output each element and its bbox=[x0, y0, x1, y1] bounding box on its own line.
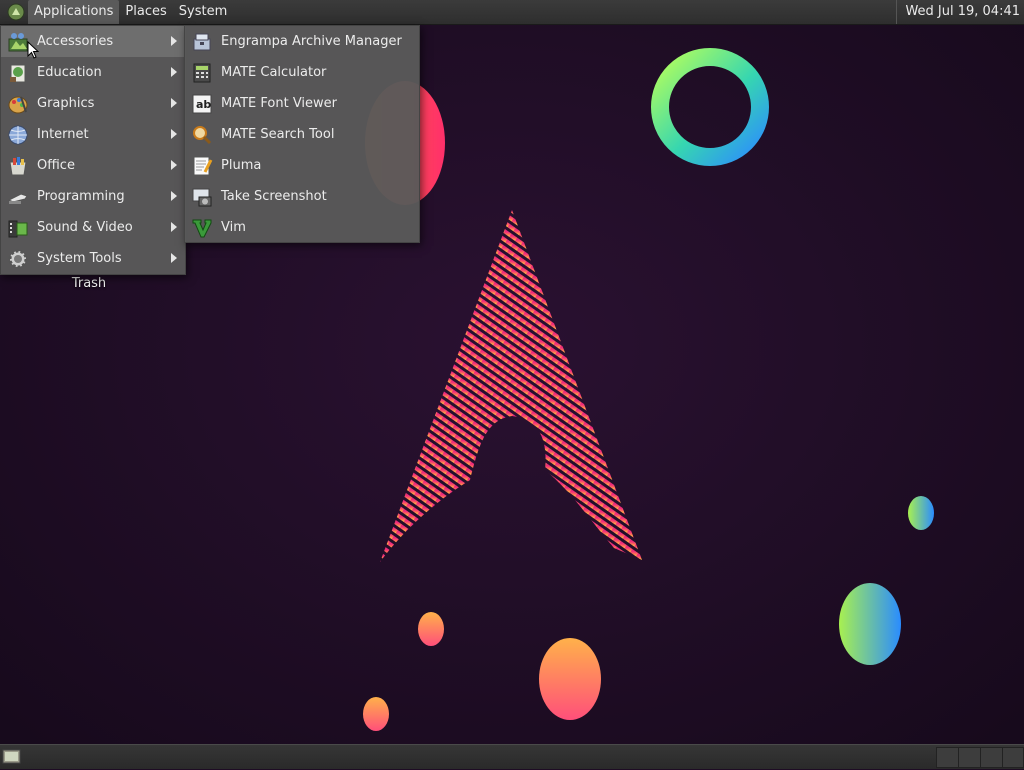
gear-icon bbox=[7, 248, 29, 270]
menu-item-mate-search-tool[interactable]: MATE Search Tool bbox=[185, 119, 419, 150]
workspace-3[interactable] bbox=[980, 747, 1004, 768]
bottom-panel bbox=[0, 744, 1024, 769]
applications-menu[interactable]: Applications bbox=[28, 0, 120, 24]
office-icon bbox=[7, 155, 29, 177]
workspace-1[interactable] bbox=[936, 747, 960, 768]
menu-item-vim[interactable]: Vim bbox=[185, 212, 419, 243]
menu-item-label: Internet bbox=[37, 127, 89, 142]
menu-item-mate-calculator[interactable]: MATE Calculator bbox=[185, 57, 419, 88]
mouse-pointer-icon bbox=[27, 41, 39, 59]
education-icon bbox=[7, 62, 29, 84]
chevron-right-icon bbox=[171, 191, 177, 201]
accessories-icon bbox=[7, 31, 29, 53]
menu-item-engrampa[interactable]: Engrampa Archive Manager bbox=[185, 26, 419, 57]
menu-item-internet[interactable]: Internet bbox=[1, 119, 185, 150]
menu-item-label: Engrampa Archive Manager bbox=[221, 34, 402, 49]
vim-icon bbox=[191, 217, 213, 239]
programming-icon bbox=[7, 186, 29, 208]
workspace-4[interactable] bbox=[1002, 747, 1024, 768]
graphics-icon bbox=[7, 93, 29, 115]
menu-item-label: MATE Calculator bbox=[221, 65, 327, 80]
menu-item-system-tools[interactable]: System Tools bbox=[1, 243, 185, 274]
menu-item-label: Graphics bbox=[37, 96, 95, 111]
screenshot-icon bbox=[191, 186, 213, 208]
chevron-right-icon bbox=[171, 98, 177, 108]
menu-item-pluma[interactable]: Pluma bbox=[185, 150, 419, 181]
menu-item-label: Office bbox=[37, 158, 75, 173]
accessories-submenu: Engrampa Archive Manager MATE Calculator… bbox=[184, 25, 420, 243]
menu-item-label: Pluma bbox=[221, 158, 262, 173]
top-panel: Applications Places System Wed Jul 19, 0… bbox=[0, 0, 1024, 25]
search-icon bbox=[191, 124, 213, 146]
sound-video-icon bbox=[7, 217, 29, 239]
menu-item-label: MATE Font Viewer bbox=[221, 96, 338, 111]
chevron-right-icon bbox=[171, 129, 177, 139]
menu-item-label: Sound & Video bbox=[37, 220, 133, 235]
menu-item-mate-font-viewer[interactable]: ab MATE Font Viewer bbox=[185, 88, 419, 119]
menu-item-label: Take Screenshot bbox=[221, 189, 327, 204]
mate-logo-icon[interactable] bbox=[4, 0, 28, 24]
trash-label[interactable]: Trash bbox=[60, 276, 118, 291]
menu-item-label: System Tools bbox=[37, 251, 122, 266]
calculator-icon bbox=[191, 62, 213, 84]
svg-text:ab: ab bbox=[196, 98, 211, 111]
menu-item-label: Vim bbox=[221, 220, 246, 235]
menu-item-education[interactable]: Education bbox=[1, 57, 185, 88]
internet-icon bbox=[7, 124, 29, 146]
menu-item-label: MATE Search Tool bbox=[221, 127, 335, 142]
menu-item-take-screenshot[interactable]: Take Screenshot bbox=[185, 181, 419, 212]
menu-item-graphics[interactable]: Graphics bbox=[1, 88, 185, 119]
clock[interactable]: Wed Jul 19, 04:41 bbox=[896, 0, 1024, 24]
places-menu[interactable]: Places bbox=[119, 0, 172, 24]
show-desktop-icon[interactable] bbox=[2, 748, 22, 766]
system-menu[interactable]: System bbox=[173, 0, 233, 24]
menu-item-office[interactable]: Office bbox=[1, 150, 185, 181]
font-viewer-icon: ab bbox=[191, 93, 213, 115]
workspace-2[interactable] bbox=[958, 747, 982, 768]
menu-item-label: Programming bbox=[37, 189, 125, 204]
chevron-right-icon bbox=[171, 253, 177, 263]
menu-item-programming[interactable]: Programming bbox=[1, 181, 185, 212]
archive-manager-icon bbox=[191, 31, 213, 53]
applications-dropdown: Accessories Education Graphics Internet … bbox=[0, 25, 186, 275]
chevron-right-icon bbox=[171, 222, 177, 232]
menu-item-label: Accessories bbox=[37, 34, 114, 49]
chevron-right-icon bbox=[171, 36, 177, 46]
menu-item-sound-video[interactable]: Sound & Video bbox=[1, 212, 185, 243]
text-editor-icon bbox=[191, 155, 213, 177]
menu-item-label: Education bbox=[37, 65, 102, 80]
chevron-right-icon bbox=[171, 67, 177, 77]
chevron-right-icon bbox=[171, 160, 177, 170]
